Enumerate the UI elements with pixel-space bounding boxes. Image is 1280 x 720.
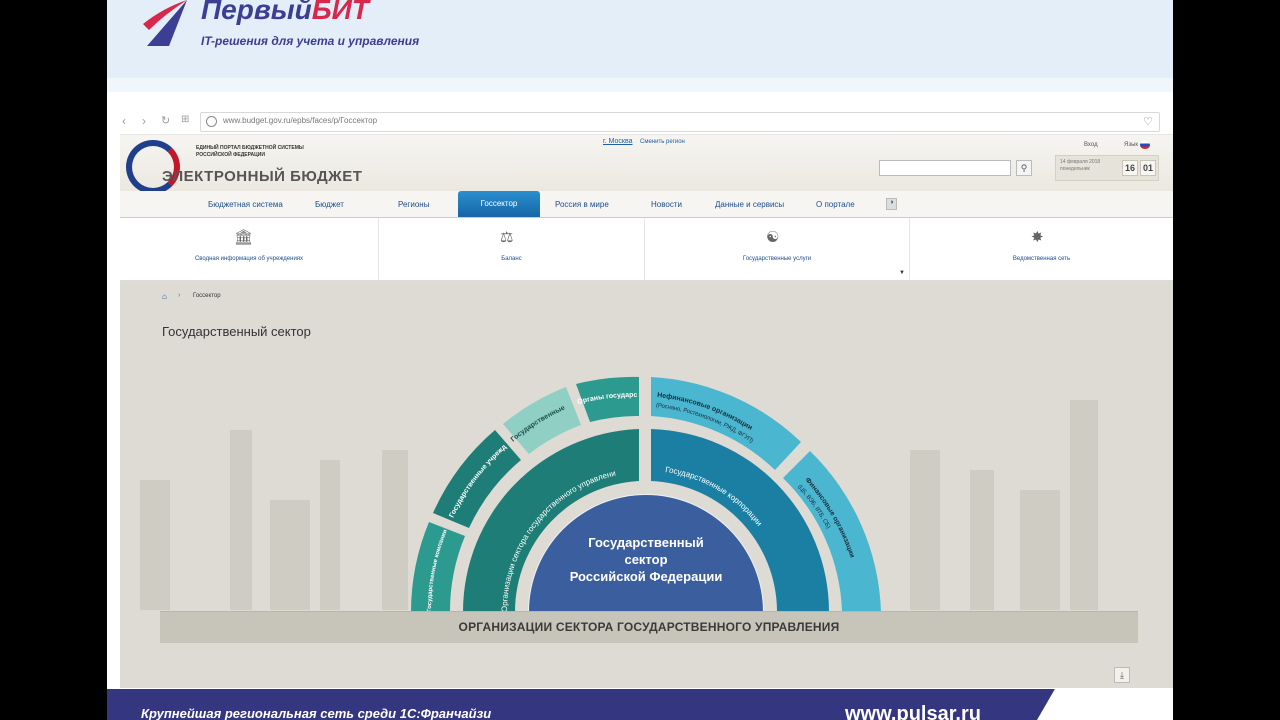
region-change-link[interactable]: Сменить регион: [640, 139, 685, 145]
russia-flag-icon[interactable]: [1140, 141, 1150, 149]
portal-title: ЭЛЕКТРОННЫЙ БЮДЖЕТ: [162, 168, 363, 185]
region-link[interactable]: г. Москва: [603, 138, 633, 145]
brand-tagline: IT-решения для учета и управления: [201, 34, 420, 48]
city-silhouette: [970, 470, 994, 610]
scales-icon: ⚖: [500, 229, 514, 246]
nav-item-news[interactable]: Новости: [651, 200, 682, 209]
time-minutes: 01: [1140, 160, 1156, 176]
address-bar: ‹ › ↻ ⊞ www.budget.gov.ru/epbs/faces/p/Г…: [120, 110, 1173, 135]
login-link[interactable]: Вход: [1084, 142, 1098, 148]
service-icon: ☯: [766, 229, 780, 246]
portal-logo-icon: [126, 140, 180, 194]
sub-nav-departmental-network[interactable]: ✸ Ведомственная сеть: [910, 218, 1173, 280]
sub-nav-label: Государственные услуги: [742, 256, 812, 262]
city-silhouette: [140, 480, 170, 610]
portal-search-input[interactable]: [879, 160, 1011, 176]
footer-website[interactable]: www.pulsar.ru: [845, 703, 981, 720]
network-icon: ✸: [1031, 229, 1044, 246]
portal-header: ЕДИНЫЙ ПОРТАЛ БЮДЖЕТНОЙ СИСТЕМЫ РОССИЙСК…: [120, 135, 1173, 194]
city-silhouette: [910, 450, 940, 610]
date-text: 14 февраля 2018 понедельник: [1060, 159, 1101, 172]
accessibility-icon[interactable]: ◑: [886, 198, 897, 210]
nav-item-russia-in-world[interactable]: Россия в мире: [555, 200, 609, 209]
date-widget: 14 февраля 2018 понедельник 16 01: [1055, 155, 1159, 181]
outer-seg-label: Органы государственной власти: [403, 340, 637, 406]
city-silhouette: [1070, 400, 1098, 610]
slide-footer: Крупнейшая региональная сеть среди 1С:Фр…: [107, 689, 1173, 720]
browser-window: ‹ › ↻ ⊞ www.budget.gov.ru/epbs/faces/p/Г…: [120, 108, 1173, 688]
sub-nav-label: Баланс: [501, 256, 522, 262]
nav-item-budget-system[interactable]: Бюджетная система: [208, 200, 283, 209]
content-area: ⌂ › Госсектор Государственный сектор Гос…: [120, 281, 1173, 688]
center-label-line2: сектор: [624, 552, 667, 567]
search-icon[interactable]: ⚲: [1016, 160, 1032, 176]
nav-item-data-services[interactable]: Данные и сервисы: [715, 200, 784, 209]
nav-item-budget[interactable]: Бюджет: [315, 200, 344, 209]
footer-slogan: Крупнейшая региональная сеть среди 1С:Фр…: [141, 706, 492, 720]
home-icon[interactable]: ⌂: [162, 292, 167, 301]
city-silhouette: [230, 430, 252, 610]
gov-sector-diagram: Государственный сектор Российской Федера…: [403, 340, 881, 612]
sub-nav-balance[interactable]: ⚖ Баланс: [379, 218, 645, 280]
sub-nav: 🏛 Сводная информация об учреждениях ⚖ Ба…: [120, 218, 1173, 281]
city-silhouette: [270, 500, 310, 610]
nav-item-gossector[interactable]: Госсектор: [458, 191, 540, 217]
apps-icon[interactable]: ⊞: [181, 114, 189, 125]
building-icon: 🏛: [234, 229, 254, 246]
page-title: Государственный сектор: [162, 324, 311, 339]
globe-icon: [206, 116, 217, 127]
sub-nav-institutions[interactable]: 🏛 Сводная информация об учреждениях: [120, 218, 379, 280]
brand-name: ПервыйБИТ: [201, 0, 369, 25]
city-silhouette: [1020, 490, 1060, 610]
brand-swoosh-icon: [143, 0, 187, 46]
forward-icon[interactable]: ›: [142, 114, 146, 128]
back-icon[interactable]: ‹: [122, 114, 126, 128]
nav-item-about[interactable]: О портале: [816, 200, 855, 209]
bookmark-heart-icon[interactable]: ♡: [1143, 115, 1153, 128]
time-hours: 16: [1122, 160, 1138, 176]
dropdown-arrow-icon[interactable]: ▼: [899, 270, 905, 276]
center-label-line3: Российской Федерации: [570, 569, 723, 584]
portal-small-title: ЕДИНЫЙ ПОРТАЛ БЮДЖЕТНОЙ СИСТЕМЫ РОССИЙСК…: [196, 145, 304, 158]
sub-nav-gov-services[interactable]: ☯ Государственные услуги ▼: [645, 218, 910, 280]
breadcrumb-separator-icon: ›: [178, 292, 181, 299]
slide: ПервыйБИТ IT-решения для учета и управле…: [107, 0, 1173, 720]
outer-seg-companies[interactable]: [411, 522, 465, 612]
nav-item-regions[interactable]: Регионы: [398, 200, 429, 209]
diagram-footer-bar: ОРГАНИЗАЦИИ СЕКТОРА ГОСУДАРСТВЕННОГО УПР…: [160, 611, 1138, 643]
slide-header: ПервыйБИТ IT-решения для учета и управле…: [107, 0, 1173, 78]
url-text: www.budget.gov.ru/epbs/faces/p/Госсектор: [223, 116, 378, 125]
city-silhouette: [320, 460, 340, 610]
reload-icon[interactable]: ↻: [161, 114, 170, 127]
url-input[interactable]: www.budget.gov.ru/epbs/faces/p/Госсектор…: [200, 112, 1160, 132]
download-icon[interactable]: ⤓: [1114, 667, 1130, 683]
breadcrumb: Госсектор: [193, 293, 221, 299]
center-label-line1: Государственный: [588, 535, 704, 550]
header-band: [107, 78, 1173, 92]
sub-nav-label: Ведомственная сеть: [1012, 256, 1071, 262]
footer-accent: [1037, 689, 1173, 720]
main-nav: Бюджетная система Бюджет Регионы Госсект…: [120, 191, 1173, 218]
sub-nav-label: Сводная информация об учреждениях: [194, 256, 304, 262]
language-link[interactable]: Язык: [1124, 142, 1138, 148]
